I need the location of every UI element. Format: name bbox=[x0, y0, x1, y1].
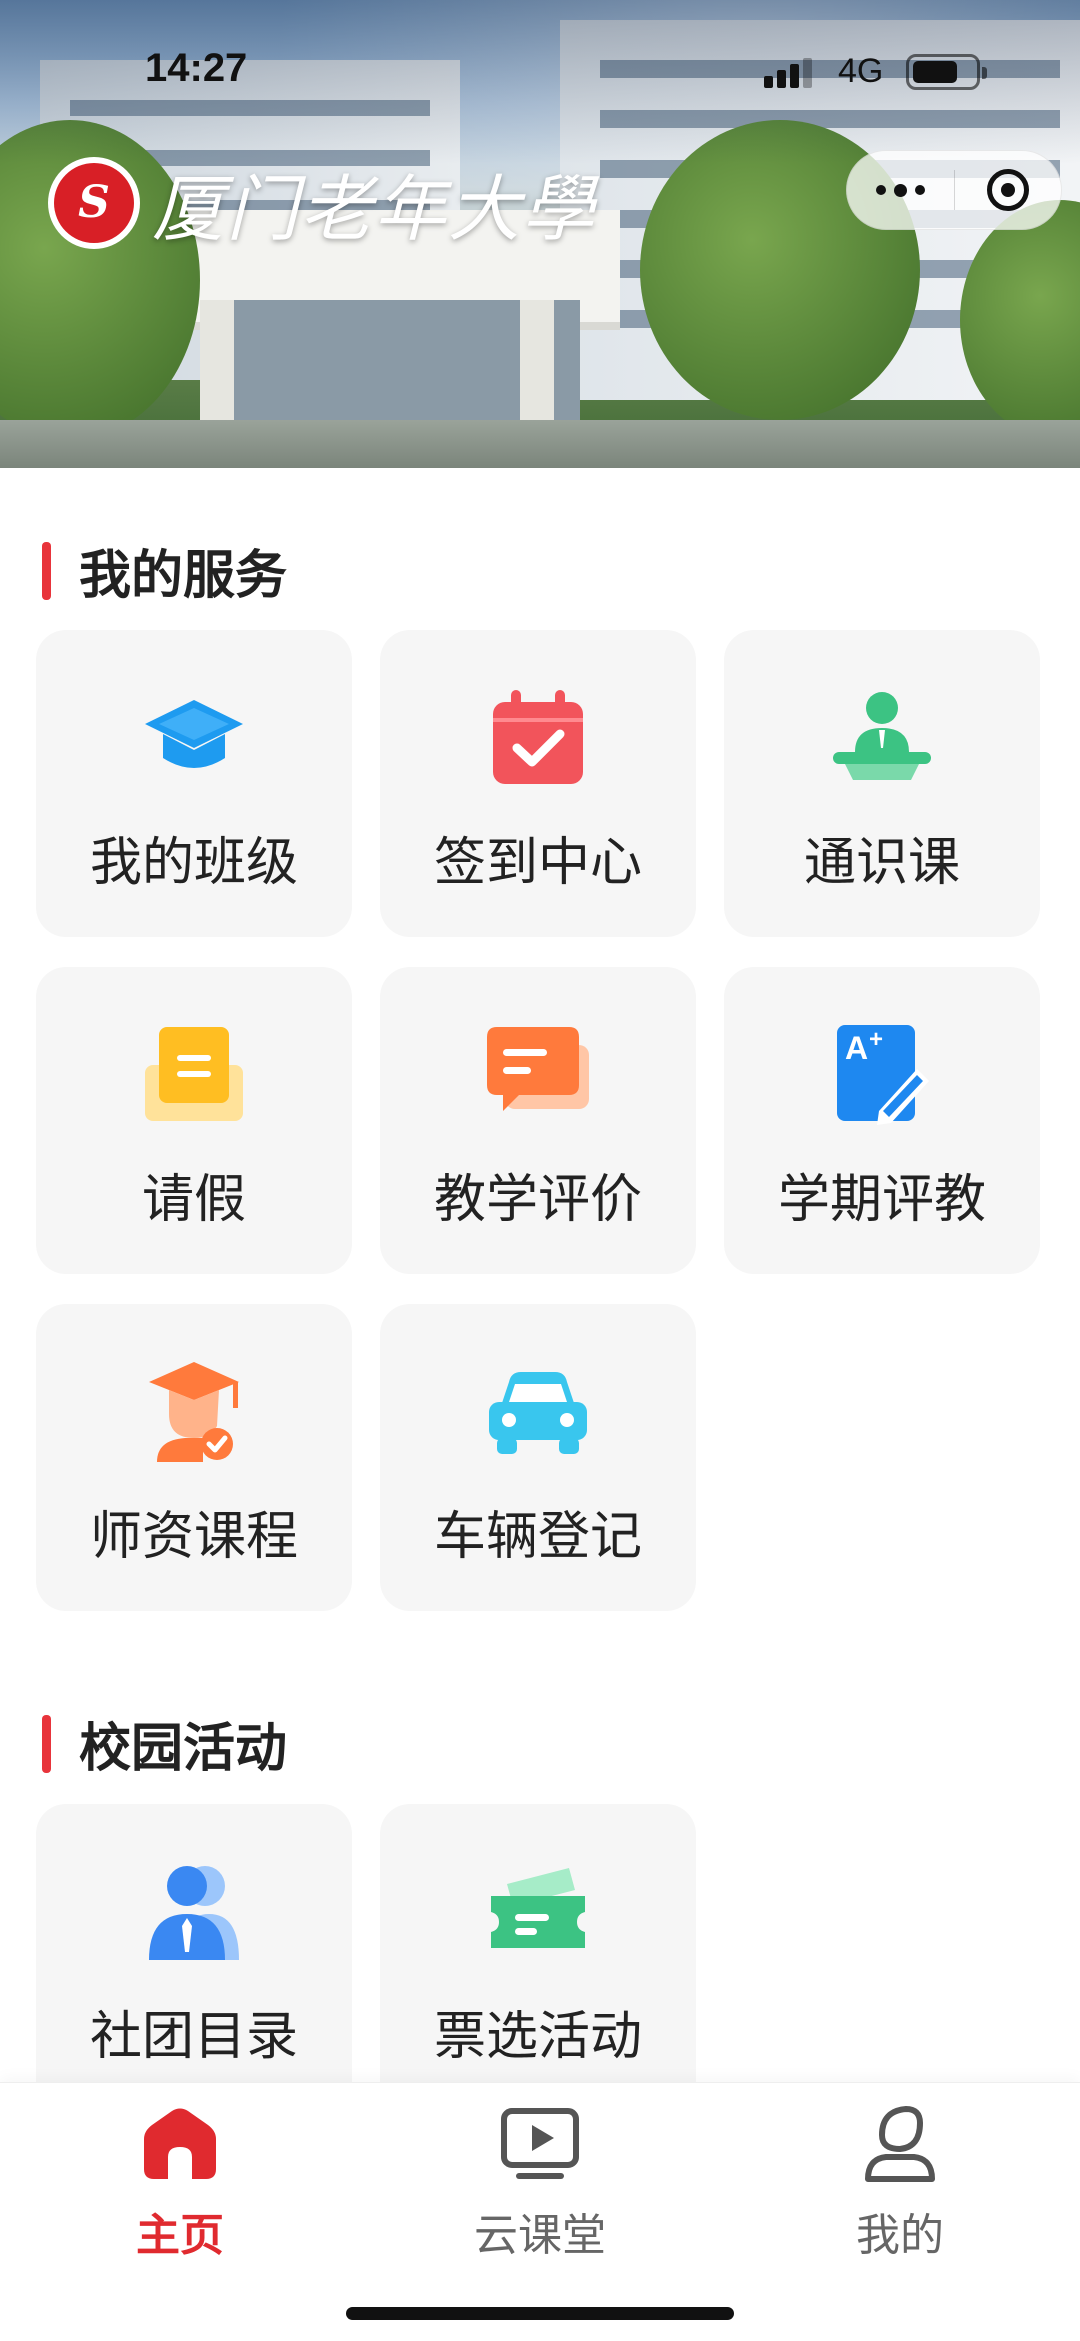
bottom-tab-bar: 主页 云课堂 我的 bbox=[0, 2082, 1080, 2341]
lecturer-podium-icon bbox=[833, 692, 931, 780]
svg-text:A: A bbox=[845, 1030, 868, 1066]
service-vehicle-registration[interactable]: 车辆登记 bbox=[380, 1304, 696, 1611]
tab-me[interactable]: 我的 bbox=[800, 2103, 1000, 2261]
home-icon bbox=[144, 2108, 216, 2179]
status-bar: 14:27 4G bbox=[0, 0, 1080, 140]
school-logo: S 厦门老年大學 bbox=[48, 150, 596, 255]
tab-label: 主页 bbox=[136, 2210, 224, 2261]
hero-banner: 14:27 4G S 厦门老年大學 bbox=[0, 0, 1080, 468]
service-label: 通识课 bbox=[803, 833, 960, 893]
service-term-evaluation[interactable]: A + 学期评教 bbox=[724, 967, 1040, 1274]
service-label: 我的班级 bbox=[89, 833, 298, 893]
battery-icon bbox=[906, 54, 987, 90]
teacher-badge-icon bbox=[149, 1362, 239, 1462]
home-indicator bbox=[346, 2307, 734, 2320]
service-my-class[interactable]: 我的班级 bbox=[36, 630, 352, 937]
leave-envelope-icon bbox=[145, 1027, 243, 1121]
tab-label: 我的 bbox=[856, 2210, 944, 2261]
tab-home[interactable]: 主页 bbox=[80, 2103, 280, 2261]
section-title-my-services: 我的服务 bbox=[42, 533, 287, 608]
service-teaching-evaluation[interactable]: 教学评价 bbox=[380, 967, 696, 1274]
activities-grid: 社团目录 票选活动 bbox=[36, 1804, 1040, 2111]
more-options-button[interactable] bbox=[847, 150, 954, 230]
chat-bubbles-icon bbox=[487, 1027, 589, 1111]
service-label: 师资课程 bbox=[89, 1507, 298, 1567]
club-members-icon bbox=[149, 1866, 239, 1960]
emblem-icon: S bbox=[48, 156, 140, 249]
activity-label: 社团目录 bbox=[89, 2007, 298, 2067]
tab-label: 云课堂 bbox=[474, 2210, 606, 2261]
calendar-check-icon bbox=[493, 690, 583, 784]
service-leave[interactable]: 请假 bbox=[36, 967, 352, 1274]
video-play-icon bbox=[501, 2108, 579, 2179]
service-label: 签到中心 bbox=[433, 833, 642, 893]
graduation-cap-icon bbox=[145, 700, 243, 768]
service-label: 教学评价 bbox=[433, 1170, 642, 1230]
activity-voting[interactable]: 票选活动 bbox=[380, 1804, 696, 2111]
network-label: 4G bbox=[838, 52, 884, 90]
service-label: 学期评教 bbox=[777, 1170, 986, 1230]
miniprogram-capsule bbox=[846, 150, 1062, 230]
service-label: 车辆登记 bbox=[433, 1507, 642, 1567]
services-grid: 我的班级 签到中心 通识课 请假 教学评价 A + 学期评教 师资课程 车辆登记 bbox=[36, 630, 1040, 1611]
service-label: 请假 bbox=[141, 1170, 246, 1230]
section-title-campus-activities: 校园活动 bbox=[42, 1706, 287, 1781]
signal-icon bbox=[764, 58, 812, 88]
service-general-course[interactable]: 通识课 bbox=[724, 630, 1040, 937]
service-faculty-courses[interactable]: 师资课程 bbox=[36, 1304, 352, 1611]
activity-label: 票选活动 bbox=[433, 2007, 642, 2067]
grade-a-plus-icon: A + bbox=[837, 1025, 929, 1125]
tab-cloud-classroom[interactable]: 云课堂 bbox=[440, 2103, 640, 2261]
service-check-in[interactable]: 签到中心 bbox=[380, 630, 696, 937]
user-profile-icon bbox=[865, 2105, 935, 2182]
car-icon bbox=[489, 1372, 587, 1454]
status-time: 14:27 bbox=[145, 46, 248, 90]
activity-club-directory[interactable]: 社团目录 bbox=[36, 1804, 352, 2111]
svg-text:+: + bbox=[869, 1026, 883, 1053]
ticket-icon bbox=[491, 1868, 585, 1948]
school-name: 厦门老年大學 bbox=[152, 167, 597, 251]
close-miniprogram-button[interactable] bbox=[955, 150, 1061, 230]
